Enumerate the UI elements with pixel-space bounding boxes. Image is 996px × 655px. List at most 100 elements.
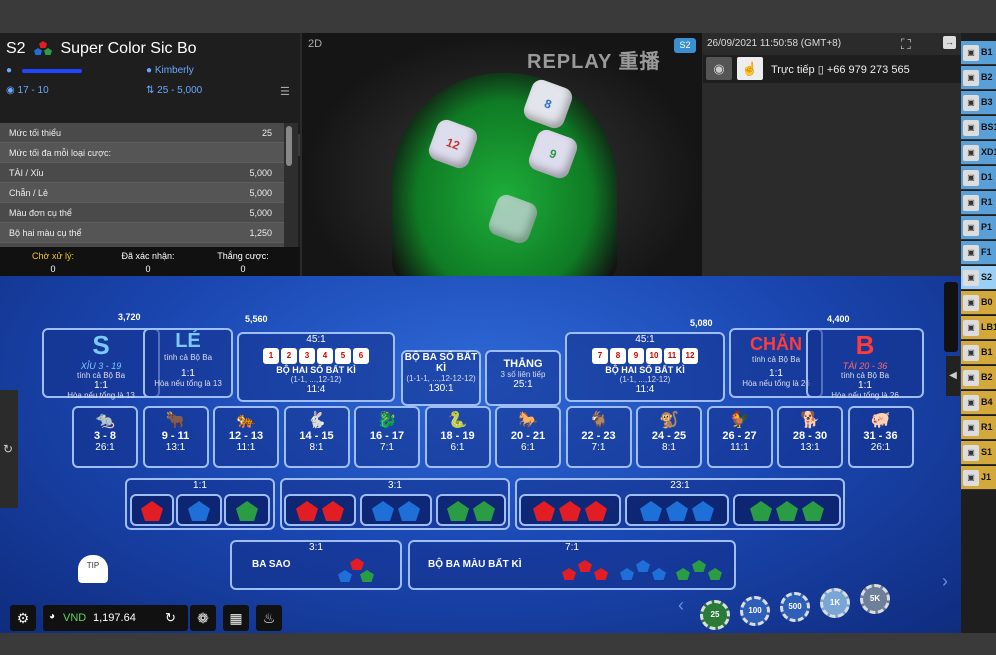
- bet-single-green[interactable]: [224, 494, 270, 526]
- bet-animal-range[interactable]: 🐇 14 - 15 8:1: [283, 406, 350, 468]
- table-thumb-icon: ▣: [963, 95, 979, 111]
- table-thumb-icon: ▣: [963, 220, 979, 236]
- sidebar-table-item[interactable]: ▣ S2: [961, 266, 996, 290]
- zodiac-animal-icon: 🐓: [729, 412, 750, 429]
- pair-dice[interactable]: 4: [317, 348, 333, 364]
- bet-tai[interactable]: B TÀI 20 - 36 tính cả Bộ Ba 1:1 Hòa nếu …: [806, 328, 924, 400]
- bet-triple-blue[interactable]: [625, 494, 729, 526]
- sidebar-table-item[interactable]: ▣XD1: [961, 141, 996, 165]
- chip-25[interactable]: 25: [700, 600, 730, 630]
- camera-icon[interactable]: ◉: [706, 57, 732, 80]
- settings-gear-icon[interactable]: ⚙: [10, 605, 36, 631]
- chip-500[interactable]: 500: [780, 592, 810, 622]
- pair-dice[interactable]: 11: [664, 348, 680, 364]
- chip-settings-icon[interactable]: ❁: [190, 605, 216, 631]
- bet-animal-range[interactable]: 🐒 24 - 25 8:1: [636, 406, 702, 468]
- bet-animal-range[interactable]: 🐉 16 - 17 7:1: [354, 406, 420, 468]
- pair-dice[interactable]: 2: [281, 348, 297, 364]
- sidebar-table-item[interactable]: ▣ LB1: [961, 316, 996, 340]
- bet-double-blue[interactable]: [360, 494, 432, 526]
- animal-odds-label: 8:1: [662, 442, 676, 453]
- sidebar-item-label: B2: [981, 372, 993, 382]
- bet-animal-range[interactable]: 🐅 12 - 13 11:1: [213, 406, 279, 468]
- pending-label: Chờ xử lý:: [32, 251, 74, 261]
- zodiac-animal-icon: 🐍: [447, 412, 468, 429]
- bet-pairs-left[interactable]: 45:1 123456 BỘ HAI SỐ BẤT KÌ (1-1, ...,1…: [237, 332, 395, 402]
- sidebar-table-item[interactable]: ▣ B2: [961, 366, 996, 390]
- table-tools[interactable]: [944, 282, 958, 352]
- pair-dice[interactable]: 1: [263, 348, 279, 364]
- pair-dice[interactable]: 7: [592, 348, 608, 364]
- bet-animal-range[interactable]: 🐎 20 - 21 6:1: [495, 406, 561, 468]
- sidebar-table-item[interactable]: ▣ J1: [961, 466, 996, 490]
- bet-animal-range[interactable]: 🐂 9 - 11 13:1: [142, 406, 209, 468]
- sidebar-table-item[interactable]: ▣BS1: [961, 116, 996, 140]
- bet-le[interactable]: LẺ tính cả Bộ Ba 1:1 Hòa nếu tổng là 13: [143, 328, 233, 398]
- sidebar-table-item[interactable]: ▣ D1: [961, 166, 996, 190]
- refresh-icon[interactable]: ↻: [3, 442, 13, 456]
- view-mode-2d-button[interactable]: 2D: [308, 38, 322, 50]
- bet-animal-range[interactable]: 🐓 26 - 27 11:1: [706, 406, 773, 468]
- chip-next-arrow[interactable]: ›: [942, 571, 948, 592]
- bet-single-blue[interactable]: [176, 494, 222, 526]
- sidebar-table-item[interactable]: ▣ B1: [961, 41, 996, 65]
- thumbs-up-icon[interactable]: ☝: [737, 57, 763, 80]
- pair-dice[interactable]: 3: [299, 348, 315, 364]
- bet-animal-range[interactable]: 🐐 22 - 23 7:1: [565, 406, 632, 468]
- sidebar-table-item[interactable]: ▣ S1: [961, 441, 996, 465]
- die: 12: [426, 117, 480, 171]
- sidebar-table-item[interactable]: ▣ F1: [961, 241, 996, 265]
- bet-triple-red[interactable]: [519, 494, 621, 526]
- sidebar-table-item[interactable]: ▣ P1: [961, 216, 996, 240]
- pair-dice[interactable]: 5: [335, 348, 351, 364]
- bet-double-green[interactable]: [436, 494, 506, 526]
- pair-dice[interactable]: 6: [353, 348, 369, 364]
- menu-icon[interactable]: ☰: [280, 85, 290, 98]
- chip-1k[interactable]: 1K: [820, 588, 850, 618]
- bet-single-red[interactable]: [130, 494, 174, 526]
- live-video[interactable]: 12 8 9 2D REPLAY 重播 S2: [302, 33, 702, 276]
- sidebar-item-label: LB1: [981, 322, 996, 332]
- pair-dice[interactable]: 10: [646, 348, 662, 364]
- bet-animal-range[interactable]: 🐀 3 - 8 26:1: [72, 406, 138, 468]
- refresh-balance-icon[interactable]: ↻: [165, 610, 176, 626]
- table-thumb-icon: ▣: [963, 320, 979, 336]
- sidebar-item-label: P1: [981, 222, 993, 232]
- bet-animal-range[interactable]: 🐕 28 - 30 13:1: [777, 406, 843, 468]
- collapse-sidebar-button[interactable]: ◀: [946, 356, 960, 396]
- tip-button[interactable]: TIP: [78, 555, 108, 583]
- sidebar-table-item[interactable]: ▣ B1: [961, 341, 996, 365]
- bet-any-color-triple[interactable]: 7:1 BỘ BA MÀU BẤT KÌ: [408, 540, 736, 590]
- chip-5k[interactable]: 5K: [860, 584, 890, 614]
- sidebar-table-item[interactable]: ▣ R1: [961, 416, 996, 440]
- pair-dice[interactable]: 8: [610, 348, 626, 364]
- chip-100[interactable]: 100: [740, 596, 770, 626]
- bell-icon[interactable]: ♨: [256, 605, 282, 631]
- exit-icon[interactable]: →: [943, 36, 956, 49]
- bet-three-stars[interactable]: 3:1 BA SAO: [230, 540, 402, 590]
- bet-straight[interactable]: THẲNG 3 số liên tiếp 25:1: [485, 350, 561, 406]
- sidebar-table-item[interactable]: ▣ R1: [961, 191, 996, 215]
- balance-amount: 1,197.64: [93, 612, 136, 624]
- replay-button[interactable]: REPLAY 重播: [527, 45, 660, 74]
- chip-prev-arrow[interactable]: ‹: [678, 595, 684, 616]
- bet-animal-range[interactable]: 🐖 31 - 36 26:1: [847, 406, 914, 468]
- limits-scroll-thumb[interactable]: [286, 126, 292, 166]
- bet-animal-range[interactable]: 🐍 18 - 19 6:1: [424, 406, 491, 468]
- table-thumb-icon: ▣: [963, 245, 979, 261]
- bet-pairs-right[interactable]: 45:1 7 8 9 10 11 12 BỘ HAI SỐ BẤT KÌ (1-1, ..…: [565, 332, 725, 402]
- save-icon[interactable]: ▦: [223, 605, 249, 631]
- bet-double-red[interactable]: [284, 494, 356, 526]
- bet-any-triple[interactable]: BỘ BA SỐ BẤT KÌ (1-1-1, ...,12-12-12) 13…: [401, 350, 481, 406]
- fullscreen-icon[interactable]: ⛶: [901, 36, 911, 53]
- sidebar-table-item[interactable]: ▣ B4: [961, 391, 996, 415]
- left-drawer-handle[interactable]: ↻: [0, 390, 18, 508]
- sidebar-table-item[interactable]: ▣ B3: [961, 91, 996, 115]
- bet-triple-green[interactable]: [733, 494, 841, 526]
- sidebar-table-item[interactable]: ▣ B0: [961, 291, 996, 315]
- pair-dice[interactable]: 12: [682, 348, 698, 364]
- zodiac-animal-icon: 🐉: [377, 412, 397, 429]
- pair-dice[interactable]: 9: [628, 348, 644, 364]
- table-thumb-icon: ▣: [963, 345, 979, 361]
- sidebar-table-item[interactable]: ▣ B2: [961, 66, 996, 90]
